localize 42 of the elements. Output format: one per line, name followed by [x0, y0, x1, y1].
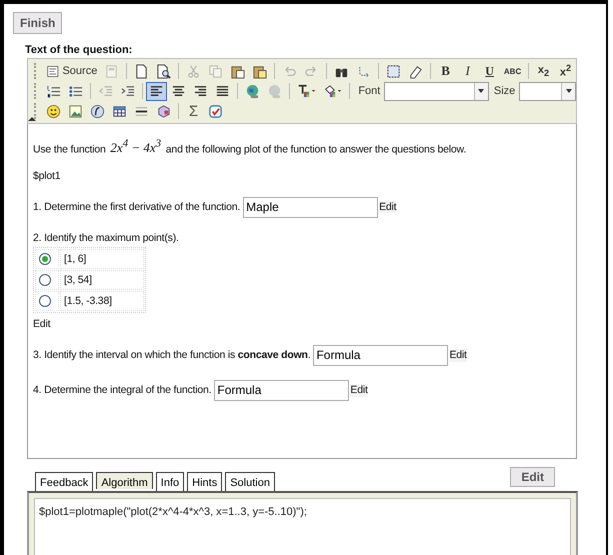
collapse-icon[interactable] — [28, 117, 36, 121]
finish-button[interactable]: Finish — [13, 12, 62, 34]
answer-field[interactable]: Formula — [214, 380, 350, 401]
option-label: [3, 54] — [60, 270, 144, 290]
tab[interactable]: Algorithm — [96, 472, 153, 489]
edit-link[interactable]: Edit — [33, 318, 571, 331]
option-label: [1.5, -3.38] — [60, 291, 144, 312]
format-button[interactable]: x$^{2}$ — [554, 62, 576, 80]
tab[interactable]: Info — [156, 472, 184, 491]
format-button[interactable]: x$_{2}$ — [532, 62, 554, 80]
answer-field[interactable]: Maple — [243, 196, 378, 218]
question-text: 1. Determine the first derivative of the function. — [33, 200, 240, 214]
question-text: 2. Identify the maximum point(s). — [33, 232, 180, 244]
source-button[interactable]: Source — [42, 62, 100, 80]
radio-button[interactable] — [39, 295, 51, 308]
code-text: $plot1=plotmaple("plot(2*x^4-4*x^3, x=1..3, y=-5..10)"); — [34, 498, 571, 555]
variable-text: $plot1 — [33, 170, 62, 183]
tab[interactable]: Solution — [225, 472, 275, 491]
document-icon — [46, 64, 60, 78]
format-button[interactable]: B — [435, 62, 456, 80]
question-text: 4. Determine the integral of the function. — [33, 384, 212, 396]
paragraph: Use the function 2x$^{4}$ − 4x$^{3}$ and the following plot of the function to answer the questions below. — [33, 138, 468, 156]
tab[interactable]: Feedback — [35, 472, 94, 491]
edit-button[interactable]: Edit — [510, 467, 555, 487]
question-text: 3. Identify the interval on which the function is concave down. — [33, 348, 310, 362]
combo-label: Size — [494, 85, 516, 97]
radio-button[interactable] — [39, 253, 51, 266]
tab[interactable]: Hints — [187, 472, 222, 491]
combo-label: Font — [358, 85, 380, 97]
edit-link[interactable]: Edit — [350, 384, 368, 396]
align-left-icon[interactable] — [146, 82, 168, 100]
edit-link[interactable]: Edit — [379, 200, 396, 214]
format-button[interactable]: U — [479, 62, 500, 80]
format-button[interactable]: I — [457, 62, 478, 80]
combo-box[interactable] — [519, 82, 576, 100]
format-button[interactable]: Σ — [183, 102, 204, 120]
format-button[interactable]: ABC — [501, 62, 524, 80]
answer-field[interactable]: Formula — [313, 344, 448, 366]
radio-button[interactable] — [39, 274, 51, 286]
option-label: [1, 6] — [60, 249, 144, 270]
edit-link[interactable]: Edit — [449, 348, 467, 362]
section-label: Text of the question: — [25, 44, 134, 56]
